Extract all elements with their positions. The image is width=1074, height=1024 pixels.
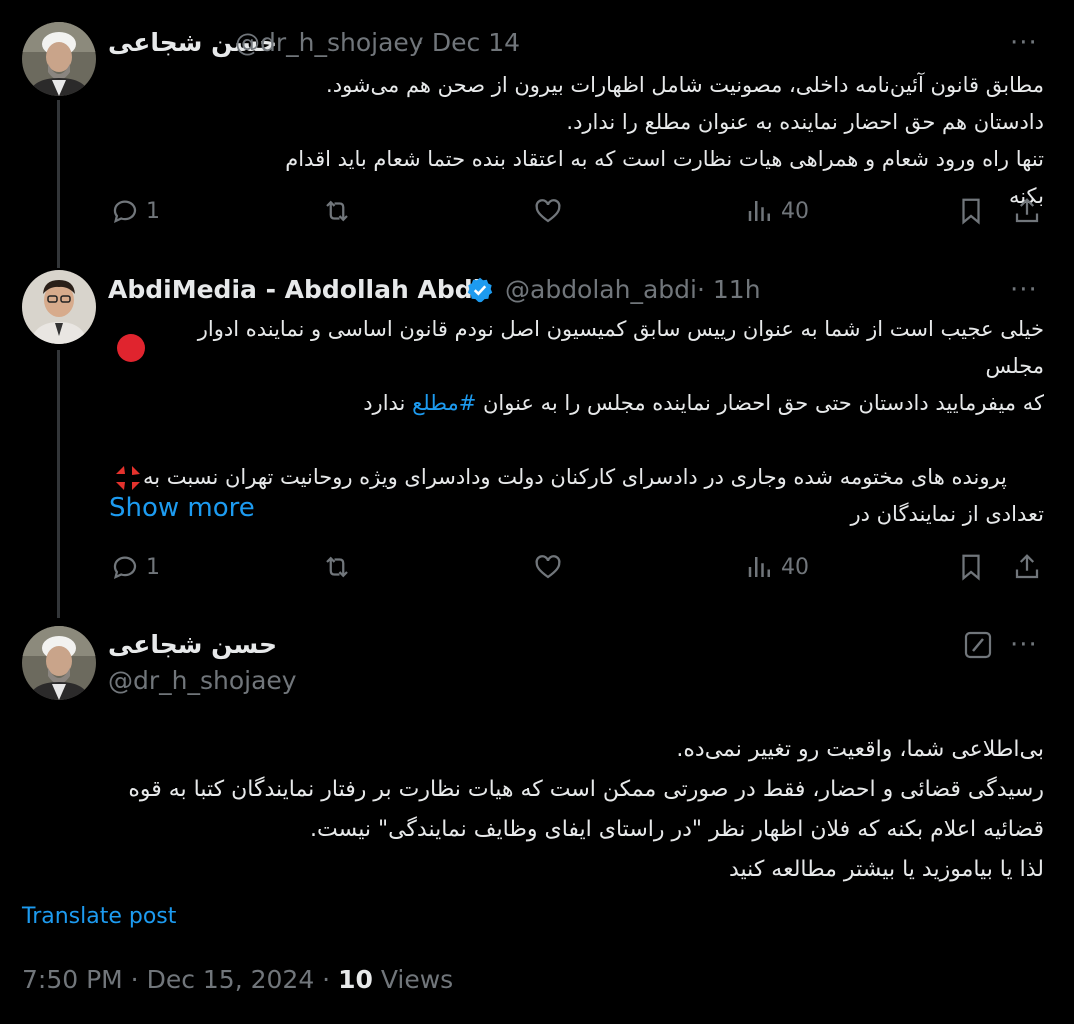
tweet-text: مطابق قانون آئین‌نامه داخلی، مصونیت شامل… (244, 67, 1044, 215)
tweet-line: دادستان هم حق احضار نماینده به عنوان مطل… (566, 110, 1044, 134)
reply-icon (113, 556, 137, 579)
edit-grok-button[interactable] (963, 630, 993, 664)
views-count: 10 (338, 965, 373, 994)
thread-connector (57, 100, 60, 268)
anger-emoji (113, 463, 143, 493)
more-options-button[interactable]: ··· (1010, 275, 1038, 305)
post-date[interactable]: · Dec 14 (416, 28, 520, 57)
author-name[interactable]: حسن شجاعی (108, 630, 277, 659)
tweet-line-text: پرونده های مختومه شده وجاری در دادسرای ک… (143, 465, 1007, 489)
bookmark-icon (962, 554, 980, 581)
retweet-icon (326, 556, 348, 578)
post-timestamp[interactable]: 7:50 PM · Dec 15, 2024 · (22, 965, 330, 994)
views-icon (748, 201, 770, 221)
share-icon (1015, 198, 1039, 223)
translate-post-link[interactable]: Translate post (22, 904, 176, 929)
hashtag-link[interactable]: #مطلع (412, 391, 476, 415)
post-date[interactable]: · 11h (697, 275, 761, 304)
like-icon (535, 555, 561, 579)
show-more-link[interactable]: Show more (109, 493, 255, 523)
tweet-line: مطابق قانون آئین‌نامه داخلی، مصونیت شامل… (326, 73, 1044, 97)
like-button[interactable] (533, 196, 563, 226)
views-label: Views (380, 965, 454, 994)
reply-count: 1 (146, 554, 160, 580)
views-button[interactable]: 40 (745, 552, 809, 582)
reply-button[interactable]: 1 (110, 552, 160, 582)
author-handle[interactable]: @dr_h_shojaey (235, 28, 424, 57)
reply-count: 1 (146, 198, 160, 224)
avatar[interactable] (22, 270, 96, 344)
bookmark-button[interactable] (956, 552, 986, 582)
red-circle-emoji (117, 334, 145, 362)
share-button[interactable] (1012, 196, 1042, 226)
author-name[interactable]: AbdiMedia - Abdollah Abdi (108, 275, 481, 304)
views-count: 40 (781, 198, 809, 224)
avatar[interactable] (22, 626, 96, 700)
more-options-button[interactable]: ··· (1010, 28, 1038, 58)
tweet-text: بی‌اطلاعی شما، واقعیت رو تغییر نمی‌ده. ر… (44, 730, 1044, 890)
tweet-line: بی‌اطلاعی شما، واقعیت رو تغییر نمی‌ده. (676, 737, 1044, 762)
tweet-line-text: خیلی عجیب است از شما به عنوان رییس سابق … (197, 317, 1044, 378)
bookmark-icon (962, 198, 980, 225)
tweet-line: قضائیه اعلام بکنه که فلان اظهار نظر "در … (310, 817, 1044, 842)
tweet-line-text: ندارد (363, 391, 406, 415)
tweet-line: رسیدگی قضائی و احضار، فقط در صورتی ممکن … (128, 777, 1044, 802)
tweet-line: لذا یا بیاموزید یا بیشتر مطالعه کنید (729, 857, 1044, 882)
edit-grok-icon (964, 631, 992, 659)
views-button[interactable]: 40 (745, 196, 809, 226)
like-icon (535, 199, 561, 223)
thread-connector-2 (57, 350, 60, 618)
tweet-line: پرونده های مختومه شده وجاری در دادسرای ک… (109, 459, 1044, 496)
bookmark-button[interactable] (956, 196, 986, 226)
author-handle[interactable]: @abdolah_abdi (505, 275, 697, 304)
views-icon (748, 557, 770, 577)
tweet-line: خیلی عجیب است از شما به عنوان رییس سابق … (109, 311, 1044, 385)
verified-badge-icon (467, 277, 493, 303)
share-icon (1015, 554, 1039, 579)
more-options-button[interactable]: ··· (1010, 630, 1038, 660)
avatar[interactable] (22, 22, 96, 96)
tweet-line: که میفرمایید دادستان حتی حق احضار نمایند… (109, 385, 1044, 422)
author-handle[interactable]: @dr_h_shojaey (108, 666, 297, 695)
retweet-button[interactable] (322, 196, 352, 226)
share-button[interactable] (1012, 552, 1042, 582)
views-count: 40 (781, 554, 809, 580)
retweet-icon (326, 200, 348, 222)
post-meta: 7:50 PM · Dec 15, 2024 · 10 Views (22, 965, 453, 994)
tweet-line: تنها راه ورود شعام و همراهی هیات نظارت ا… (285, 147, 1044, 208)
retweet-button[interactable] (322, 552, 352, 582)
reply-icon (113, 200, 137, 223)
reply-button[interactable]: 1 (110, 196, 160, 226)
tweet-line-text: که میفرمایید دادستان حتی حق احضار نمایند… (482, 391, 1044, 415)
like-button[interactable] (533, 552, 563, 582)
